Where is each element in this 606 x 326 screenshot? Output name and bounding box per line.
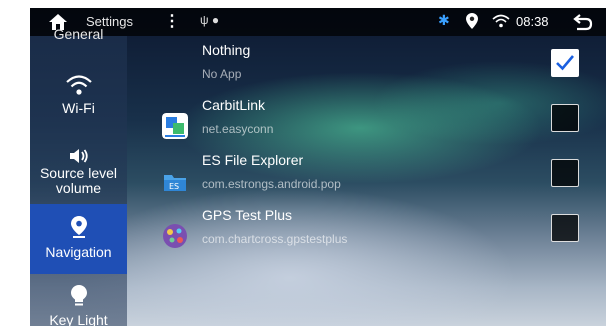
sidebar-item-label: Key Light	[49, 312, 108, 326]
sidebar-item-general[interactable]: General	[30, 26, 127, 48]
checkbox[interactable]	[551, 49, 579, 77]
wifi-status-icon	[492, 14, 510, 28]
app-name: GPS Test Plus	[202, 207, 293, 223]
list-item[interactable]: GPS Test Plus com.chartcross.gpstestplus	[160, 201, 600, 256]
list-item[interactable]: ES ES File Explorer com.estrongs.android…	[160, 146, 600, 201]
checkmark-icon	[556, 55, 574, 71]
app-package: com.estrongs.android.pop	[202, 177, 341, 191]
carbitlink-app-icon	[162, 113, 188, 139]
list-item[interactable]: Nothing No App	[160, 36, 600, 91]
location-icon	[466, 13, 478, 29]
es-file-explorer-app-icon: ES	[164, 175, 186, 191]
svg-text:ES: ES	[169, 182, 179, 191]
app-package: com.chartcross.gpstestplus	[202, 232, 348, 246]
location-pin-icon	[70, 216, 87, 238]
screen: Settings ⋮ ψ ● ✱ 08:38 General Wi-Fi Sou…	[30, 8, 606, 326]
sidebar-item-label: Navigation	[45, 244, 112, 260]
sidebar-item-wifi[interactable]: Wi-Fi	[30, 66, 127, 136]
speaker-icon	[69, 149, 88, 163]
sidebar-item-label: Wi-Fi	[62, 100, 95, 116]
sidebar-item-navigation[interactable]: Navigation	[30, 204, 127, 274]
app-name: CarbitLink	[202, 97, 266, 113]
bulb-icon	[70, 285, 87, 306]
gps-test-plus-app-icon	[163, 224, 187, 248]
clock: 08:38	[516, 14, 549, 29]
app-package: net.easyconn	[202, 122, 274, 136]
usb-icon: ψ ●	[200, 13, 220, 27]
back-icon[interactable]	[572, 12, 594, 32]
list-item[interactable]: CarbitLink net.easyconn	[160, 91, 600, 146]
settings-sidebar: General Wi-Fi Source level volume Naviga…	[30, 26, 127, 326]
sidebar-item-key-light[interactable]: Key Light	[30, 278, 127, 326]
checkbox[interactable]	[551, 159, 579, 187]
checkbox[interactable]	[551, 104, 579, 132]
sidebar-item-label: General	[53, 26, 104, 42]
sidebar-item-source-level-volume[interactable]: Source level volume	[30, 142, 127, 202]
navigation-app-list: Nothing No App CarbitLink net.easyconn E…	[160, 36, 600, 326]
app-package: No App	[202, 67, 242, 81]
bluetooth-icon: ✱	[438, 12, 450, 28]
app-name: Nothing	[202, 42, 251, 58]
sidebar-item-label: Source level volume	[39, 165, 118, 196]
checkbox[interactable]	[551, 214, 579, 242]
more-menu-icon[interactable]: ⋮	[164, 11, 180, 31]
app-name: ES File Explorer	[202, 152, 304, 168]
wifi-icon	[65, 75, 92, 95]
